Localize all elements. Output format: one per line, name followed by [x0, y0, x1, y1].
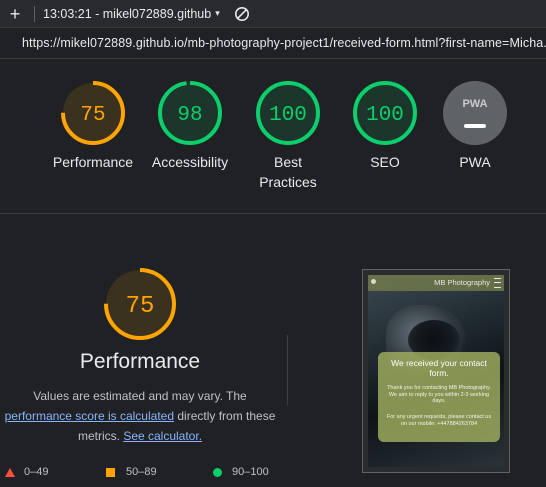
card-contact-text: For any urgent requests, please contact … [386, 414, 492, 427]
url-bar: https://mikel072889.github.io/mb-photogr… [0, 28, 546, 59]
gauge-label: Accessibility [151, 154, 229, 170]
performance-heading: Performance [79, 350, 201, 373]
card-title: We received your contact form. [391, 358, 487, 378]
gauge-score: 100 [366, 104, 404, 127]
site-brand: MB Photography [434, 278, 490, 287]
gauge-ring: 98 [158, 81, 222, 145]
clear-report-icon[interactable] [234, 6, 250, 22]
pwa-badge-text: PWA [462, 98, 487, 110]
square-icon [106, 467, 115, 477]
gauge-performance[interactable]: 75 Performance [43, 80, 143, 172]
gauge-accessibility[interactable]: 98 Accessibility [140, 80, 240, 172]
gauge-score: 98 [177, 104, 202, 127]
site-logo-icon [371, 279, 376, 284]
gauge-score: 100 [269, 104, 307, 127]
devtools-toolbar: + 13:03:21 - mikel072889.github ▾ [0, 0, 546, 28]
final-screenshot[interactable]: MB Photography We received your contact … [362, 269, 510, 473]
legend-pass-range: 90–100 [232, 466, 269, 478]
section-divider [0, 213, 546, 214]
gauge-label: Best Practices [259, 154, 317, 190]
card-text: Thank you for contacting MB Photography.… [387, 385, 491, 404]
new-report-button[interactable]: + [6, 5, 24, 23]
gauge-best-practices[interactable]: 100 Best Practices [238, 80, 338, 192]
gauge-label: PWA [459, 154, 491, 170]
vertical-divider [287, 335, 288, 405]
hamburger-icon [494, 278, 501, 288]
gauge-pwa[interactable]: PWA PWA [425, 80, 525, 172]
score-legend: 0–49 50–89 90–100 [0, 463, 300, 483]
site-header: MB Photography [368, 275, 504, 291]
circle-icon [213, 467, 222, 477]
toolbar-separator [34, 5, 35, 22]
performance-note: Values are estimated and may vary. The p… [0, 386, 280, 446]
note-text: Values are estimated and may vary. The [33, 389, 247, 403]
gauge-ring: 100 [256, 81, 320, 145]
legend-average-range: 50–89 [126, 466, 157, 478]
gauge-ring: 75 [61, 81, 125, 145]
performance-score: 75 [126, 293, 155, 320]
legend-fail-range: 0–49 [24, 466, 49, 478]
legend-average: 50–89 [106, 466, 157, 478]
legend-fail: 0–49 [5, 466, 48, 478]
gauge-label: Performance [52, 154, 134, 170]
triangle-icon [5, 467, 15, 477]
gauge-seo[interactable]: 100 SEO [335, 80, 435, 172]
page-url[interactable]: https://mikel072889.github.io/mb-photogr… [22, 36, 546, 50]
gauge-label: SEO [370, 154, 400, 170]
report-selector[interactable]: 13:03:21 - mikel072889.github [43, 7, 211, 21]
performance-gauge: 75 [104, 268, 176, 340]
gauge-ring: 100 [353, 81, 417, 145]
legend-pass: 90–100 [213, 466, 269, 478]
category-gauges: 75 Performance 98 Accessibility 100 Best… [0, 70, 546, 212]
gauge-score: 75 [80, 104, 105, 127]
pwa-icon: PWA [443, 81, 507, 145]
chevron-down-icon[interactable]: ▾ [215, 8, 220, 19]
screenshot-image: MB Photography We received your contact … [368, 275, 504, 467]
score-calculated-link[interactable]: performance score is calculated [5, 409, 174, 423]
confirmation-card: We received your contact form. Thank you… [378, 352, 500, 442]
see-calculator-link[interactable]: See calculator. [123, 429, 202, 443]
